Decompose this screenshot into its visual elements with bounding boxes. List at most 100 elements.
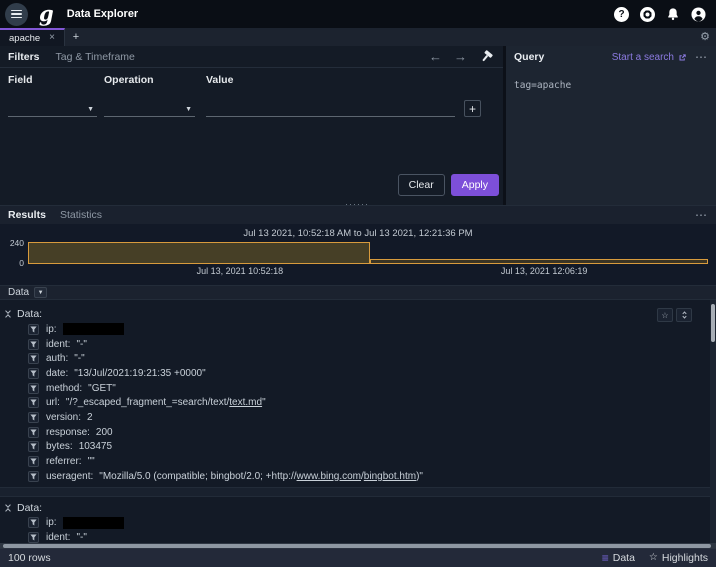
filter-icon[interactable]: [28, 470, 39, 482]
x-axis-ticks: Jul 13, 2021 10:52:18 Jul 13, 2021 12:06…: [0, 266, 716, 280]
menu-button[interactable]: [5, 2, 28, 26]
add-filter-button[interactable]: +: [464, 100, 481, 117]
field-row: bytes: 103475: [28, 440, 716, 455]
filter-icon[interactable]: [28, 367, 39, 379]
field-select[interactable]: ▼: [8, 100, 97, 117]
support-icon[interactable]: [640, 6, 655, 22]
brush-selection[interactable]: [28, 242, 371, 264]
favorite-entry-button[interactable]: ☆: [657, 308, 673, 322]
tab-results[interactable]: Results: [8, 209, 46, 221]
clear-button[interactable]: Clear: [397, 174, 445, 196]
redo-arrow-icon[interactable]: →: [454, 50, 467, 63]
filter-icon[interactable]: [28, 397, 39, 409]
results-menu-icon[interactable]: ⋯: [695, 209, 708, 221]
entry-header: Data:: [0, 500, 716, 516]
external-link-icon[interactable]: [678, 53, 687, 62]
value-text: "-": [76, 532, 87, 543]
data-toolbar: Data ▼: [0, 285, 716, 300]
vertical-scrollbar-thumb[interactable]: [711, 304, 715, 342]
query-menu-icon[interactable]: ⋯: [695, 51, 708, 63]
settings-gear-icon[interactable]: ⚙: [700, 30, 710, 43]
field-value: "-": [76, 339, 86, 350]
field-column-label: Field: [8, 74, 33, 86]
horizontal-scrollbar-thumb[interactable]: [3, 543, 711, 548]
filter-icon[interactable]: [28, 517, 39, 529]
panel-resize-handle[interactable]: ······: [345, 199, 369, 209]
data-entries: Data: ☆ ip: ident: "-" auth: "-" date: "…: [0, 306, 716, 543]
entry-rows: ip: ident: "-" auth: "-" date: "13/Jul/2…: [0, 322, 716, 484]
data-viewer: Data: ☆ ip: ident: "-" auth: "-" date: "…: [0, 300, 716, 543]
tab-bar: apache × + ⚙: [0, 28, 716, 46]
collapse-entry-icon[interactable]: [5, 308, 11, 320]
apply-button[interactable]: Apply: [450, 174, 499, 196]
field-row: response: 200: [28, 425, 716, 440]
field-value: 2: [87, 412, 93, 423]
field-key: response:: [46, 426, 90, 438]
operation-select[interactable]: ▼: [104, 100, 195, 117]
data-view-toggle[interactable]: ≡ Data: [602, 552, 635, 564]
topbar-actions: ?: [614, 6, 706, 22]
row-count: 100 rows: [8, 552, 51, 564]
field-value: 103475: [79, 441, 112, 452]
vertical-scrollbar[interactable]: [710, 300, 716, 543]
filter-icon[interactable]: [28, 426, 39, 438]
filters-panel: Filters Tag & Timeframe ← → Field Operat…: [0, 46, 503, 209]
chart-title: Jul 13 2021, 10:52:18 AM to Jul 13 2021,…: [243, 228, 473, 239]
field-value: "GET": [88, 383, 116, 394]
field-value: [62, 323, 124, 336]
filter-icon[interactable]: [28, 441, 39, 453]
redacted-value: [62, 323, 124, 336]
filters-header: Filters Tag & Timeframe ← →: [0, 46, 503, 68]
entry-rows: ip: ident: "-": [0, 516, 716, 543]
value-link[interactable]: www.bing.com: [297, 471, 361, 482]
tab-apache[interactable]: apache ×: [0, 28, 66, 46]
filter-icon[interactable]: [28, 323, 39, 335]
field-key: referrer:: [46, 456, 82, 468]
highlights-toggle[interactable]: ☆ Highlights: [649, 552, 708, 564]
field-value: 200: [96, 427, 113, 438]
filter-icon[interactable]: [28, 353, 39, 365]
field-value: "": [88, 456, 95, 467]
graylog-logo-icon[interactable]: g: [39, 3, 54, 24]
value-text: "-": [76, 338, 87, 350]
query-panel: Query Start a search ⋯ tag=apache: [503, 46, 716, 205]
field-key: url:: [46, 397, 60, 409]
field-value: [62, 516, 124, 529]
value-text: "/?_escaped_fragment_=search/text/: [65, 397, 230, 409]
data-view-dropdown[interactable]: ▼: [34, 287, 48, 298]
field-value: "/?_escaped_fragment_=search/text/text.m…: [66, 397, 266, 408]
status-bar: 100 rows ≡ Data ☆ Highlights: [0, 548, 716, 567]
value-text: ": [262, 397, 266, 409]
notifications-bell-icon[interactable]: [666, 7, 680, 21]
field-row: ident: "-": [28, 337, 716, 352]
value-text: "Mozilla/5.0 (compatible; bingbot/2.0; +…: [99, 470, 297, 482]
value-link[interactable]: bingbot.htm: [364, 471, 416, 482]
tab-tag-timeframe[interactable]: Tag & Timeframe: [56, 51, 135, 63]
tab-statistics[interactable]: Statistics: [60, 209, 102, 221]
query-text[interactable]: tag=apache: [506, 68, 716, 103]
expand-entry-button[interactable]: [676, 308, 692, 322]
field-value: "-": [74, 353, 84, 364]
filter-icon[interactable]: [28, 338, 39, 350]
build-hammer-icon[interactable]: [480, 50, 493, 63]
user-avatar-icon[interactable]: [691, 6, 706, 22]
value-link[interactable]: text.md: [229, 397, 262, 408]
chart-plot-area: 240 0: [10, 238, 708, 268]
undo-arrow-icon[interactable]: ←: [429, 50, 442, 63]
field-value: "13/Jul/2021:19:21:35 +0000": [74, 368, 205, 379]
field-key: bytes:: [46, 441, 73, 453]
app-root: g Data Explorer ? apache × + ⚙ Filters T…: [0, 0, 716, 567]
collapse-entry-icon[interactable]: [5, 501, 11, 514]
help-icon[interactable]: ?: [614, 6, 629, 22]
filter-icon[interactable]: [28, 411, 39, 423]
tab-filters[interactable]: Filters: [8, 51, 40, 63]
start-a-search-link[interactable]: Start a search: [612, 52, 674, 63]
filter-icon[interactable]: [28, 456, 39, 468]
horizontal-scrollbar[interactable]: [0, 543, 716, 548]
filter-icon[interactable]: [28, 532, 39, 543]
close-tab-icon[interactable]: ×: [49, 33, 55, 43]
value-input[interactable]: [206, 100, 455, 117]
field-key: useragent:: [46, 470, 94, 482]
new-tab-button[interactable]: +: [65, 28, 87, 46]
filter-icon[interactable]: [28, 382, 39, 394]
